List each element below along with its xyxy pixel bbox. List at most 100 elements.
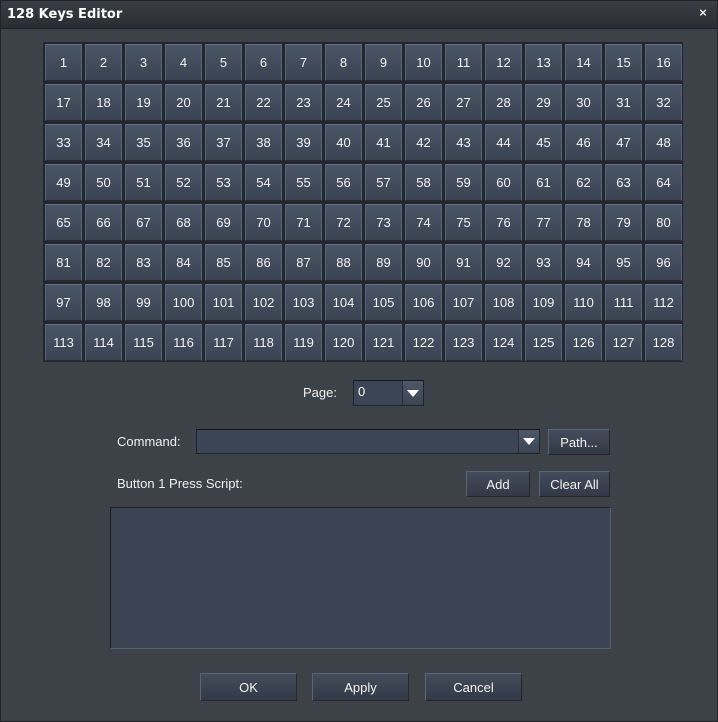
key-button[interactable]: 84 bbox=[165, 244, 202, 281]
key-button[interactable]: 62 bbox=[565, 164, 602, 201]
key-button[interactable]: 40 bbox=[325, 124, 362, 161]
key-button[interactable]: 50 bbox=[85, 164, 122, 201]
key-button[interactable]: 48 bbox=[645, 124, 682, 161]
key-button[interactable]: 75 bbox=[445, 204, 482, 241]
key-button[interactable]: 126 bbox=[565, 324, 602, 361]
key-button[interactable]: 115 bbox=[125, 324, 162, 361]
key-button[interactable]: 105 bbox=[365, 284, 402, 321]
key-button[interactable]: 57 bbox=[365, 164, 402, 201]
key-button[interactable]: 101 bbox=[205, 284, 242, 321]
key-button[interactable]: 124 bbox=[485, 324, 522, 361]
key-button[interactable]: 59 bbox=[445, 164, 482, 201]
key-button[interactable]: 82 bbox=[85, 244, 122, 281]
path-button[interactable]: Path... bbox=[548, 429, 610, 455]
key-button[interactable]: 1 bbox=[45, 44, 82, 81]
key-button[interactable]: 71 bbox=[285, 204, 322, 241]
key-button[interactable]: 22 bbox=[245, 84, 282, 121]
key-button[interactable]: 53 bbox=[205, 164, 242, 201]
key-button[interactable]: 42 bbox=[405, 124, 442, 161]
key-button[interactable]: 67 bbox=[125, 204, 162, 241]
key-button[interactable]: 68 bbox=[165, 204, 202, 241]
key-button[interactable]: 21 bbox=[205, 84, 242, 121]
key-button[interactable]: 99 bbox=[125, 284, 162, 321]
key-button[interactable]: 94 bbox=[565, 244, 602, 281]
key-button[interactable]: 3 bbox=[125, 44, 162, 81]
key-button[interactable]: 73 bbox=[365, 204, 402, 241]
key-button[interactable]: 65 bbox=[45, 204, 82, 241]
key-button[interactable]: 90 bbox=[405, 244, 442, 281]
key-button[interactable]: 106 bbox=[405, 284, 442, 321]
key-button[interactable]: 114 bbox=[85, 324, 122, 361]
key-button[interactable]: 64 bbox=[645, 164, 682, 201]
key-button[interactable]: 66 bbox=[85, 204, 122, 241]
key-button[interactable]: 51 bbox=[125, 164, 162, 201]
key-button[interactable]: 54 bbox=[245, 164, 282, 201]
key-button[interactable]: 47 bbox=[605, 124, 642, 161]
key-button[interactable]: 32 bbox=[645, 84, 682, 121]
cancel-button[interactable]: Cancel bbox=[425, 673, 522, 701]
key-button[interactable]: 78 bbox=[565, 204, 602, 241]
key-button[interactable]: 128 bbox=[645, 324, 682, 361]
page-dropdown-button[interactable] bbox=[402, 381, 423, 405]
key-button[interactable]: 15 bbox=[605, 44, 642, 81]
key-button[interactable]: 119 bbox=[285, 324, 322, 361]
key-button[interactable]: 19 bbox=[125, 84, 162, 121]
key-button[interactable]: 83 bbox=[125, 244, 162, 281]
key-button[interactable]: 9 bbox=[365, 44, 402, 81]
key-button[interactable]: 85 bbox=[205, 244, 242, 281]
key-button[interactable]: 108 bbox=[485, 284, 522, 321]
key-button[interactable]: 125 bbox=[525, 324, 562, 361]
key-button[interactable]: 17 bbox=[45, 84, 82, 121]
key-button[interactable]: 45 bbox=[525, 124, 562, 161]
key-button[interactable]: 111 bbox=[605, 284, 642, 321]
key-button[interactable]: 7 bbox=[285, 44, 322, 81]
key-button[interactable]: 113 bbox=[45, 324, 82, 361]
key-button[interactable]: 20 bbox=[165, 84, 202, 121]
key-button[interactable]: 107 bbox=[445, 284, 482, 321]
key-button[interactable]: 41 bbox=[365, 124, 402, 161]
key-button[interactable]: 104 bbox=[325, 284, 362, 321]
key-button[interactable]: 77 bbox=[525, 204, 562, 241]
key-button[interactable]: 14 bbox=[565, 44, 602, 81]
key-button[interactable]: 58 bbox=[405, 164, 442, 201]
key-button[interactable]: 86 bbox=[245, 244, 282, 281]
key-button[interactable]: 12 bbox=[485, 44, 522, 81]
key-button[interactable]: 23 bbox=[285, 84, 322, 121]
ok-button[interactable]: OK bbox=[200, 673, 297, 701]
key-button[interactable]: 6 bbox=[245, 44, 282, 81]
key-button[interactable]: 97 bbox=[45, 284, 82, 321]
page-select[interactable]: 0 bbox=[353, 380, 424, 406]
key-button[interactable]: 49 bbox=[45, 164, 82, 201]
key-button[interactable]: 29 bbox=[525, 84, 562, 121]
key-button[interactable]: 100 bbox=[165, 284, 202, 321]
key-button[interactable]: 24 bbox=[325, 84, 362, 121]
clear-all-button[interactable]: Clear All bbox=[539, 471, 610, 497]
key-button[interactable]: 43 bbox=[445, 124, 482, 161]
key-button[interactable]: 87 bbox=[285, 244, 322, 281]
key-button[interactable]: 4 bbox=[165, 44, 202, 81]
key-button[interactable]: 52 bbox=[165, 164, 202, 201]
key-button[interactable]: 33 bbox=[45, 124, 82, 161]
key-button[interactable]: 76 bbox=[485, 204, 522, 241]
key-button[interactable]: 102 bbox=[245, 284, 282, 321]
key-button[interactable]: 96 bbox=[645, 244, 682, 281]
key-button[interactable]: 30 bbox=[565, 84, 602, 121]
key-button[interactable]: 35 bbox=[125, 124, 162, 161]
key-button[interactable]: 46 bbox=[565, 124, 602, 161]
key-button[interactable]: 34 bbox=[85, 124, 122, 161]
key-button[interactable]: 18 bbox=[85, 84, 122, 121]
key-button[interactable]: 44 bbox=[485, 124, 522, 161]
key-button[interactable]: 2 bbox=[85, 44, 122, 81]
key-button[interactable]: 56 bbox=[325, 164, 362, 201]
key-button[interactable]: 70 bbox=[245, 204, 282, 241]
key-button[interactable]: 55 bbox=[285, 164, 322, 201]
key-button[interactable]: 81 bbox=[45, 244, 82, 281]
key-button[interactable]: 60 bbox=[485, 164, 522, 201]
key-button[interactable]: 93 bbox=[525, 244, 562, 281]
key-button[interactable]: 95 bbox=[605, 244, 642, 281]
key-button[interactable]: 127 bbox=[605, 324, 642, 361]
key-button[interactable]: 74 bbox=[405, 204, 442, 241]
key-button[interactable]: 38 bbox=[245, 124, 282, 161]
key-button[interactable]: 69 bbox=[205, 204, 242, 241]
key-button[interactable]: 10 bbox=[405, 44, 442, 81]
